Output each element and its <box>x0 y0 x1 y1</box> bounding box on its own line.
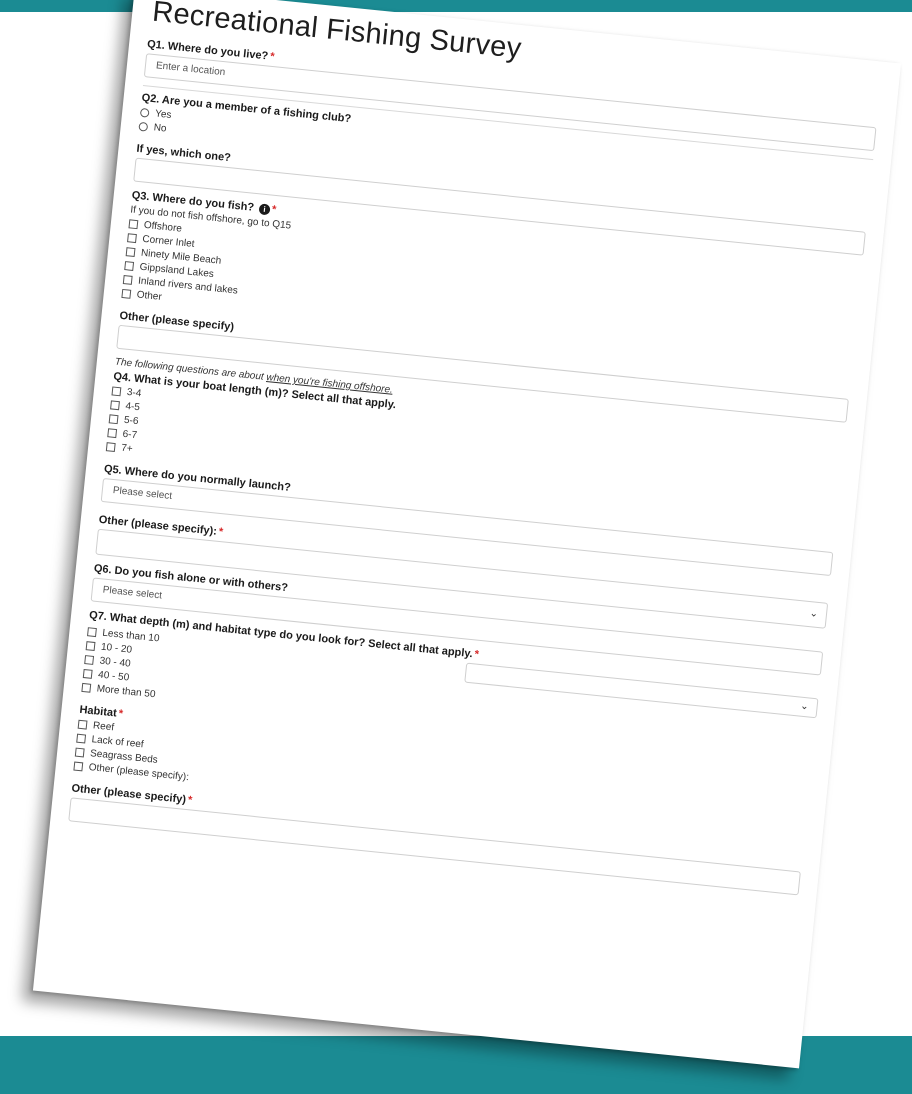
radio-icon[interactable] <box>139 107 150 118</box>
required-marker: * <box>269 50 276 64</box>
required-marker: * <box>187 794 193 807</box>
checkbox-icon[interactable] <box>124 261 135 271</box>
radio-icon[interactable] <box>138 121 149 132</box>
checkbox-icon[interactable] <box>85 641 96 651</box>
required-marker: * <box>218 525 224 539</box>
checkbox-icon[interactable] <box>77 719 88 730</box>
required-marker: * <box>473 648 480 661</box>
chevron-down-icon[interactable]: ⌄ <box>809 608 818 620</box>
checkbox-icon[interactable] <box>127 233 137 244</box>
checkbox-icon[interactable] <box>125 247 136 258</box>
checkbox-icon[interactable] <box>76 733 87 744</box>
checkbox-icon[interactable] <box>74 747 85 758</box>
info-icon[interactable]: i <box>258 202 271 216</box>
checkbox-icon[interactable] <box>105 442 116 453</box>
checkbox-icon[interactable] <box>107 428 118 439</box>
required-marker: * <box>271 203 277 217</box>
required-marker: * <box>118 707 124 721</box>
checkbox-icon[interactable] <box>122 275 133 285</box>
checkbox-icon[interactable] <box>110 400 120 411</box>
checkbox-icon[interactable] <box>73 761 84 772</box>
chevron-down-icon[interactable]: ⌄ <box>800 701 809 713</box>
checkbox-icon[interactable] <box>108 414 119 425</box>
checkbox-icon[interactable] <box>81 682 92 693</box>
checkbox-icon[interactable] <box>84 655 95 665</box>
checkbox-icon[interactable] <box>111 386 122 397</box>
survey-form: Recreational Fishing Survey Q1. Where do… <box>32 0 902 1069</box>
checkbox-icon[interactable] <box>82 668 93 679</box>
checkbox-icon[interactable] <box>87 627 97 638</box>
checkbox-icon[interactable] <box>121 288 132 299</box>
checkbox-icon[interactable] <box>128 219 139 230</box>
